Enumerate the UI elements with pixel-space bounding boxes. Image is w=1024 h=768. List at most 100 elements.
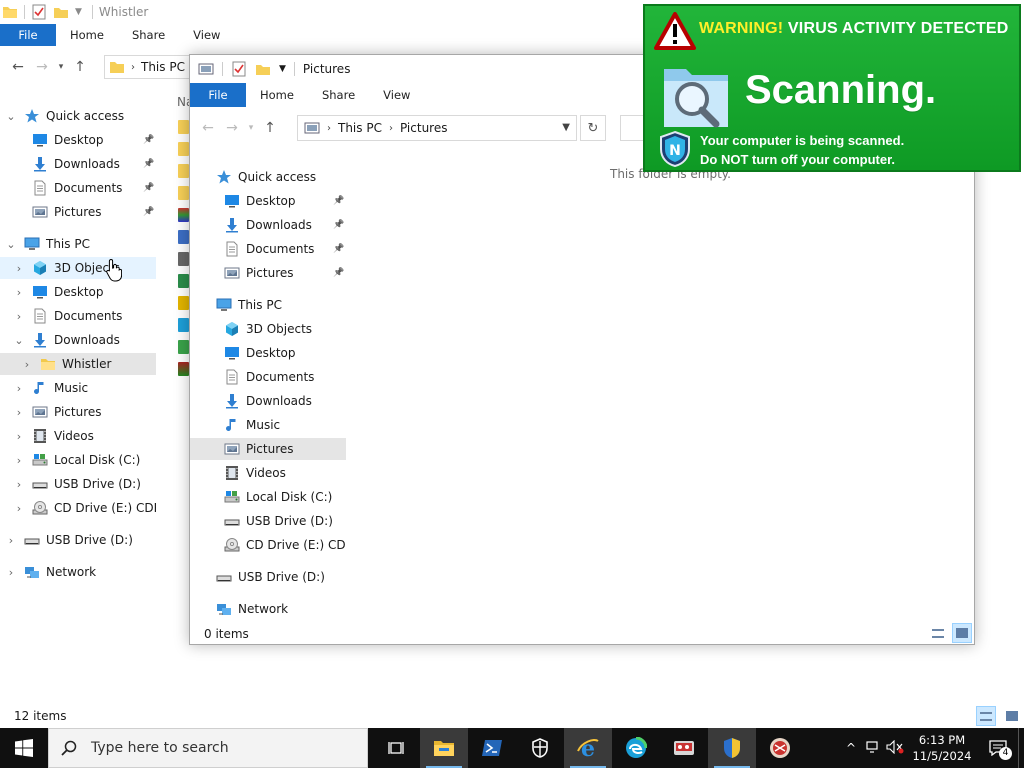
nav-item-3d-objects[interactable]: 3D Objects xyxy=(190,318,346,340)
new-folder-icon[interactable] xyxy=(255,61,271,77)
chevron-down-icon[interactable]: ⌄ xyxy=(12,334,26,347)
bg-crumb-this-pc[interactable]: This PC xyxy=(141,60,185,74)
nav-item-documents[interactable]: Documents 📌 xyxy=(0,177,156,199)
bg-address-bar[interactable]: › This PC xyxy=(104,55,190,79)
up-arrow-icon[interactable]: ↑ xyxy=(258,116,282,140)
windows-start-icon[interactable] xyxy=(0,728,48,768)
properties-icon[interactable] xyxy=(31,4,47,20)
nav-item-downloads[interactable]: Downloads 📌 xyxy=(0,153,156,175)
nav-item-cd-drive-e-cdroi[interactable]: › CD Drive (E:) CDROI xyxy=(0,497,156,519)
nav-item-documents[interactable]: › Documents xyxy=(0,305,156,327)
details-view-icon[interactable] xyxy=(976,706,996,726)
taskbar-search-box[interactable]: Type here to search xyxy=(48,728,368,768)
nav-item-quick-access[interactable]: Quick access xyxy=(190,166,346,188)
app-icon[interactable] xyxy=(660,728,708,768)
security-icon[interactable] xyxy=(516,728,564,768)
nav-item-downloads[interactable]: ⌄ Downloads xyxy=(0,329,156,351)
chevron-right-icon[interactable]: › xyxy=(12,478,26,491)
nav-item-downloads[interactable]: Downloads 📌 xyxy=(190,214,346,236)
chevron-right-icon[interactable]: › xyxy=(12,382,26,395)
forward-arrow-icon[interactable]: → xyxy=(30,55,54,79)
fg-tab-view[interactable]: View xyxy=(369,83,424,107)
edge-icon[interactable] xyxy=(612,728,660,768)
internet-explorer-icon[interactable]: e xyxy=(564,728,612,768)
chevron-up-icon[interactable]: ^ xyxy=(840,741,862,755)
nav-item-network[interactable]: Network xyxy=(190,598,346,620)
nav-item-pictures[interactable]: Pictures 📌 xyxy=(190,262,346,284)
recent-dropdown-icon[interactable]: ▾ xyxy=(54,55,68,79)
back-arrow-icon[interactable]: ← xyxy=(196,116,220,140)
nav-item-pictures[interactable]: Pictures xyxy=(190,438,346,460)
file-explorer-icon[interactable] xyxy=(420,728,468,768)
powershell-icon[interactable] xyxy=(468,728,516,768)
nav-item-cd-drive-e-cdroi[interactable]: CD Drive (E:) CDROI xyxy=(190,534,346,556)
chevron-right-icon[interactable]: › xyxy=(12,502,26,515)
nav-item-local-disk-c[interactable]: › Local Disk (C:) xyxy=(0,449,156,471)
nav-item-music[interactable]: Music xyxy=(190,414,346,436)
nav-item-local-disk-c[interactable]: Local Disk (C:) xyxy=(190,486,346,508)
chevron-right-icon[interactable]: › xyxy=(4,534,18,547)
nav-item-pictures[interactable]: › Pictures xyxy=(0,401,156,423)
chevron-right-icon[interactable]: › xyxy=(4,566,18,579)
nav-item-desktop[interactable]: › Desktop xyxy=(0,281,156,303)
refresh-icon[interactable]: ↻ xyxy=(580,115,606,141)
show-desktop-button[interactable] xyxy=(1018,728,1024,768)
nav-item-usb-drive-d[interactable]: USB Drive (D:) xyxy=(190,510,346,532)
bg-tab-share[interactable]: Share xyxy=(118,24,179,46)
qat-dropdown-icon[interactable]: ▼ xyxy=(75,7,82,17)
nav-item-documents[interactable]: Documents xyxy=(190,366,346,388)
new-folder-icon[interactable] xyxy=(53,4,69,20)
nav-item-videos[interactable]: Videos xyxy=(190,462,346,484)
up-arrow-icon[interactable]: ↑ xyxy=(68,55,92,79)
large-icons-view-icon[interactable] xyxy=(952,623,972,643)
nav-item-desktop[interactable]: Desktop 📌 xyxy=(0,129,156,151)
fg-tab-file[interactable]: File xyxy=(190,83,246,107)
chevron-right-icon[interactable]: › xyxy=(12,406,26,419)
bg-tab-file[interactable]: File xyxy=(0,24,56,46)
virus-warning-popup[interactable]: WARNING! VIRUS ACTIVITY DETECTED Scannin… xyxy=(643,4,1021,172)
fg-address-bar[interactable]: › This PC › Pictures ▼ xyxy=(297,115,577,141)
nav-item-usb-drive-d[interactable]: › USB Drive (D:) xyxy=(0,473,156,495)
nav-item-downloads[interactable]: Downloads xyxy=(190,390,346,412)
nav-item-music[interactable]: › Music xyxy=(0,377,156,399)
nav-item-this-pc[interactable]: ⌄ This PC xyxy=(0,233,156,255)
crumb-pictures[interactable]: Pictures xyxy=(400,121,448,135)
recent-dropdown-icon[interactable]: ▾ xyxy=(244,116,258,140)
network-tray-icon[interactable] xyxy=(862,740,884,757)
nav-item-desktop[interactable]: Desktop xyxy=(190,342,346,364)
nav-item-desktop[interactable]: Desktop 📌 xyxy=(190,190,346,212)
chevron-down-icon[interactable]: ⌄ xyxy=(4,110,18,123)
chevron-right-icon[interactable]: › xyxy=(12,430,26,443)
forward-arrow-icon[interactable]: → xyxy=(220,116,244,140)
address-dropdown-icon[interactable]: ▼ xyxy=(562,122,570,133)
chevron-right-icon[interactable]: › xyxy=(12,454,26,467)
nav-item-this-pc[interactable]: This PC xyxy=(190,294,346,316)
qat-dropdown-icon[interactable]: ▼ xyxy=(279,64,286,74)
nav-item-usb-drive-d[interactable]: USB Drive (D:) xyxy=(190,566,346,588)
nav-item-documents[interactable]: Documents 📌 xyxy=(190,238,346,260)
action-center-icon[interactable]: 4 xyxy=(978,728,1018,768)
nav-item-usb-drive-d[interactable]: › USB Drive (D:) xyxy=(0,529,156,551)
bg-tab-home[interactable]: Home xyxy=(56,24,118,46)
shield-admin-icon[interactable] xyxy=(708,728,756,768)
chevron-right-icon[interactable]: › xyxy=(12,310,26,323)
nav-item-3d-objects[interactable]: › 3D Objects xyxy=(0,257,156,279)
nav-item-network[interactable]: › Network xyxy=(0,561,156,583)
crumb-this-pc[interactable]: This PC xyxy=(338,121,382,135)
chevron-right-icon[interactable]: › xyxy=(20,358,34,371)
app-red-icon[interactable] xyxy=(756,728,804,768)
details-view-icon[interactable] xyxy=(928,623,948,643)
chevron-right-icon[interactable]: › xyxy=(12,286,26,299)
bg-tab-view[interactable]: View xyxy=(179,24,234,46)
nav-item-pictures[interactable]: Pictures 📌 xyxy=(0,201,156,223)
nav-item-whistler[interactable]: › Whistler xyxy=(0,353,156,375)
task-view-icon[interactable] xyxy=(372,728,420,768)
nav-item-videos[interactable]: › Videos xyxy=(0,425,156,447)
back-arrow-icon[interactable]: ← xyxy=(6,55,30,79)
nav-item-quick-access[interactable]: ⌄ Quick access xyxy=(0,105,156,127)
clock[interactable]: 6:13 PM 11/5/2024 xyxy=(906,732,978,764)
properties-icon[interactable] xyxy=(231,61,247,77)
chevron-down-icon[interactable]: ⌄ xyxy=(4,238,18,251)
large-icons-view-icon[interactable] xyxy=(1002,706,1022,726)
fg-tab-home[interactable]: Home xyxy=(246,83,308,107)
